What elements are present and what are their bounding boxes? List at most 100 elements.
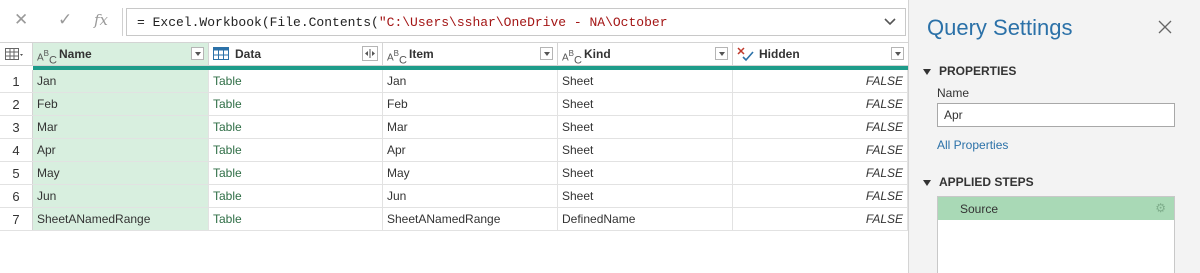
data-grid: ABC Name Data ABC Item ABC Kind Hidden 1…	[0, 42, 908, 231]
applied-steps-list: Source ⚙	[937, 196, 1175, 273]
cell-hidden[interactable]: FALSE	[733, 185, 908, 207]
query-name-input[interactable]: Apr	[937, 103, 1175, 127]
formula-text[interactable]: = Excel.Workbook(File.Contents("C:\Users…	[137, 15, 668, 30]
expand-column-icon[interactable]	[362, 46, 378, 61]
column-header-label: Data	[235, 47, 262, 61]
cell-item[interactable]: Mar	[383, 116, 558, 138]
cell-hidden[interactable]: FALSE	[733, 208, 908, 230]
row-index[interactable]: 5	[0, 162, 33, 184]
cell-name[interactable]: SheetANamedRange	[33, 208, 209, 230]
cell-hidden[interactable]: FALSE	[733, 70, 908, 92]
formula-path-string: "C:\Users\sshar\OneDrive - NA\October	[378, 15, 668, 30]
cell-item[interactable]: Jun	[383, 185, 558, 207]
cell-data[interactable]: Table	[209, 162, 383, 184]
name-field-label: Name	[937, 86, 970, 100]
all-properties-link[interactable]: All Properties	[937, 138, 1008, 152]
column-header-data[interactable]: Data	[209, 43, 383, 65]
cell-item[interactable]: Jan	[383, 70, 558, 92]
column-header-label: Item	[409, 47, 434, 61]
gear-icon[interactable]: ⚙	[1155, 201, 1166, 215]
table-row[interactable]: 5 May Table May Sheet FALSE	[0, 162, 908, 185]
cell-item[interactable]: Feb	[383, 93, 558, 115]
column-header-hidden[interactable]: Hidden	[733, 43, 908, 65]
row-index[interactable]: 6	[0, 185, 33, 207]
cell-data[interactable]: Table	[209, 116, 383, 138]
cell-data[interactable]: Table	[209, 70, 383, 92]
fx-icon[interactable]: fx	[94, 10, 108, 30]
logical-type-icon[interactable]	[737, 46, 755, 62]
filter-dropdown-icon[interactable]	[540, 47, 553, 60]
text-type-icon[interactable]: ABC	[387, 46, 407, 68]
table-type-icon[interactable]	[213, 47, 229, 60]
cell-kind[interactable]: Sheet	[558, 70, 733, 92]
cell-name[interactable]: Feb	[33, 93, 209, 115]
row-index[interactable]: 4	[0, 139, 33, 161]
cell-kind[interactable]: Sheet	[558, 93, 733, 115]
text-type-icon[interactable]: ABC	[562, 46, 582, 68]
properties-section-header[interactable]: PROPERTIES	[923, 64, 1016, 78]
formula-input[interactable]: = Excel.Workbook(File.Contents("C:\Users…	[126, 8, 906, 36]
properties-header-label: PROPERTIES	[939, 64, 1017, 78]
table-row[interactable]: 3 Mar Table Mar Sheet FALSE	[0, 116, 908, 139]
table-row[interactable]: 4 Apr Table Apr Sheet FALSE	[0, 139, 908, 162]
cell-name[interactable]: Jun	[33, 185, 209, 207]
table-menu-corner[interactable]	[0, 43, 33, 65]
cancel-icon[interactable]: ✕	[14, 10, 28, 30]
applied-steps-section-header[interactable]: APPLIED STEPS	[923, 175, 1034, 189]
applied-steps-header-label: APPLIED STEPS	[939, 175, 1034, 189]
chevron-down-icon[interactable]	[883, 15, 897, 29]
cell-hidden[interactable]: FALSE	[733, 139, 908, 161]
cell-kind[interactable]: Sheet	[558, 116, 733, 138]
column-header-row: ABC Name Data ABC Item ABC Kind Hidden	[0, 42, 908, 66]
query-settings-pane: Query Settings PROPERTIES Name Apr All P…	[908, 0, 1200, 273]
formula-separator	[122, 8, 123, 36]
column-header-name[interactable]: ABC Name	[33, 43, 209, 68]
cell-data[interactable]: Table	[209, 208, 383, 230]
table-icon	[5, 48, 23, 60]
table-row[interactable]: 7 SheetANamedRange Table SheetANamedRang…	[0, 208, 908, 231]
cell-name[interactable]: Apr	[33, 139, 209, 161]
cell-data[interactable]: Table	[209, 139, 383, 161]
cell-data[interactable]: Table	[209, 93, 383, 115]
query-editor: ✕ ✓ fx = Excel.Workbook(File.Contents("C…	[0, 0, 908, 273]
cell-item[interactable]: SheetANamedRange	[383, 208, 558, 230]
cell-name[interactable]: May	[33, 162, 209, 184]
cell-kind[interactable]: Sheet	[558, 185, 733, 207]
close-icon[interactable]	[1157, 19, 1173, 35]
collapse-triangle-icon[interactable]	[923, 68, 931, 75]
filter-dropdown-icon[interactable]	[891, 47, 904, 60]
cell-hidden[interactable]: FALSE	[733, 116, 908, 138]
table-row[interactable]: 6 Jun Table Jun Sheet FALSE	[0, 185, 908, 208]
column-header-kind[interactable]: ABC Kind	[558, 43, 733, 68]
cell-name[interactable]: Mar	[33, 116, 209, 138]
step-label: Source	[960, 202, 999, 216]
cell-item[interactable]: Apr	[383, 139, 558, 161]
cell-data[interactable]: Table	[209, 185, 383, 207]
column-header-label: Name	[59, 47, 92, 61]
row-index[interactable]: 3	[0, 116, 33, 138]
cell-name[interactable]: Jan	[33, 70, 209, 92]
column-header-label: Hidden	[759, 47, 800, 61]
cell-hidden[interactable]: FALSE	[733, 162, 908, 184]
row-index[interactable]: 1	[0, 70, 33, 92]
row-index[interactable]: 2	[0, 93, 33, 115]
table-row[interactable]: 2 Feb Table Feb Sheet FALSE	[0, 93, 908, 116]
column-header-label: Kind	[584, 47, 611, 61]
formula-prefix: = Excel.Workbook(File.Contents(	[137, 15, 379, 30]
collapse-triangle-icon[interactable]	[923, 179, 931, 186]
cell-hidden[interactable]: FALSE	[733, 93, 908, 115]
pane-title: Query Settings	[927, 15, 1073, 40]
column-header-item[interactable]: ABC Item	[383, 43, 558, 68]
formula-bar: ✕ ✓ fx = Excel.Workbook(File.Contents("C…	[0, 0, 908, 42]
applied-step-source[interactable]: Source ⚙	[938, 197, 1174, 220]
cell-kind[interactable]: Sheet	[558, 139, 733, 161]
filter-dropdown-icon[interactable]	[715, 47, 728, 60]
cell-kind[interactable]: Sheet	[558, 162, 733, 184]
row-index[interactable]: 7	[0, 208, 33, 230]
filter-dropdown-icon[interactable]	[191, 47, 204, 60]
commit-check-icon[interactable]: ✓	[58, 10, 72, 30]
text-type-icon[interactable]: ABC	[37, 46, 57, 68]
cell-kind[interactable]: DefinedName	[558, 208, 733, 230]
table-row[interactable]: 1 Jan Table Jan Sheet FALSE	[0, 70, 908, 93]
cell-item[interactable]: May	[383, 162, 558, 184]
